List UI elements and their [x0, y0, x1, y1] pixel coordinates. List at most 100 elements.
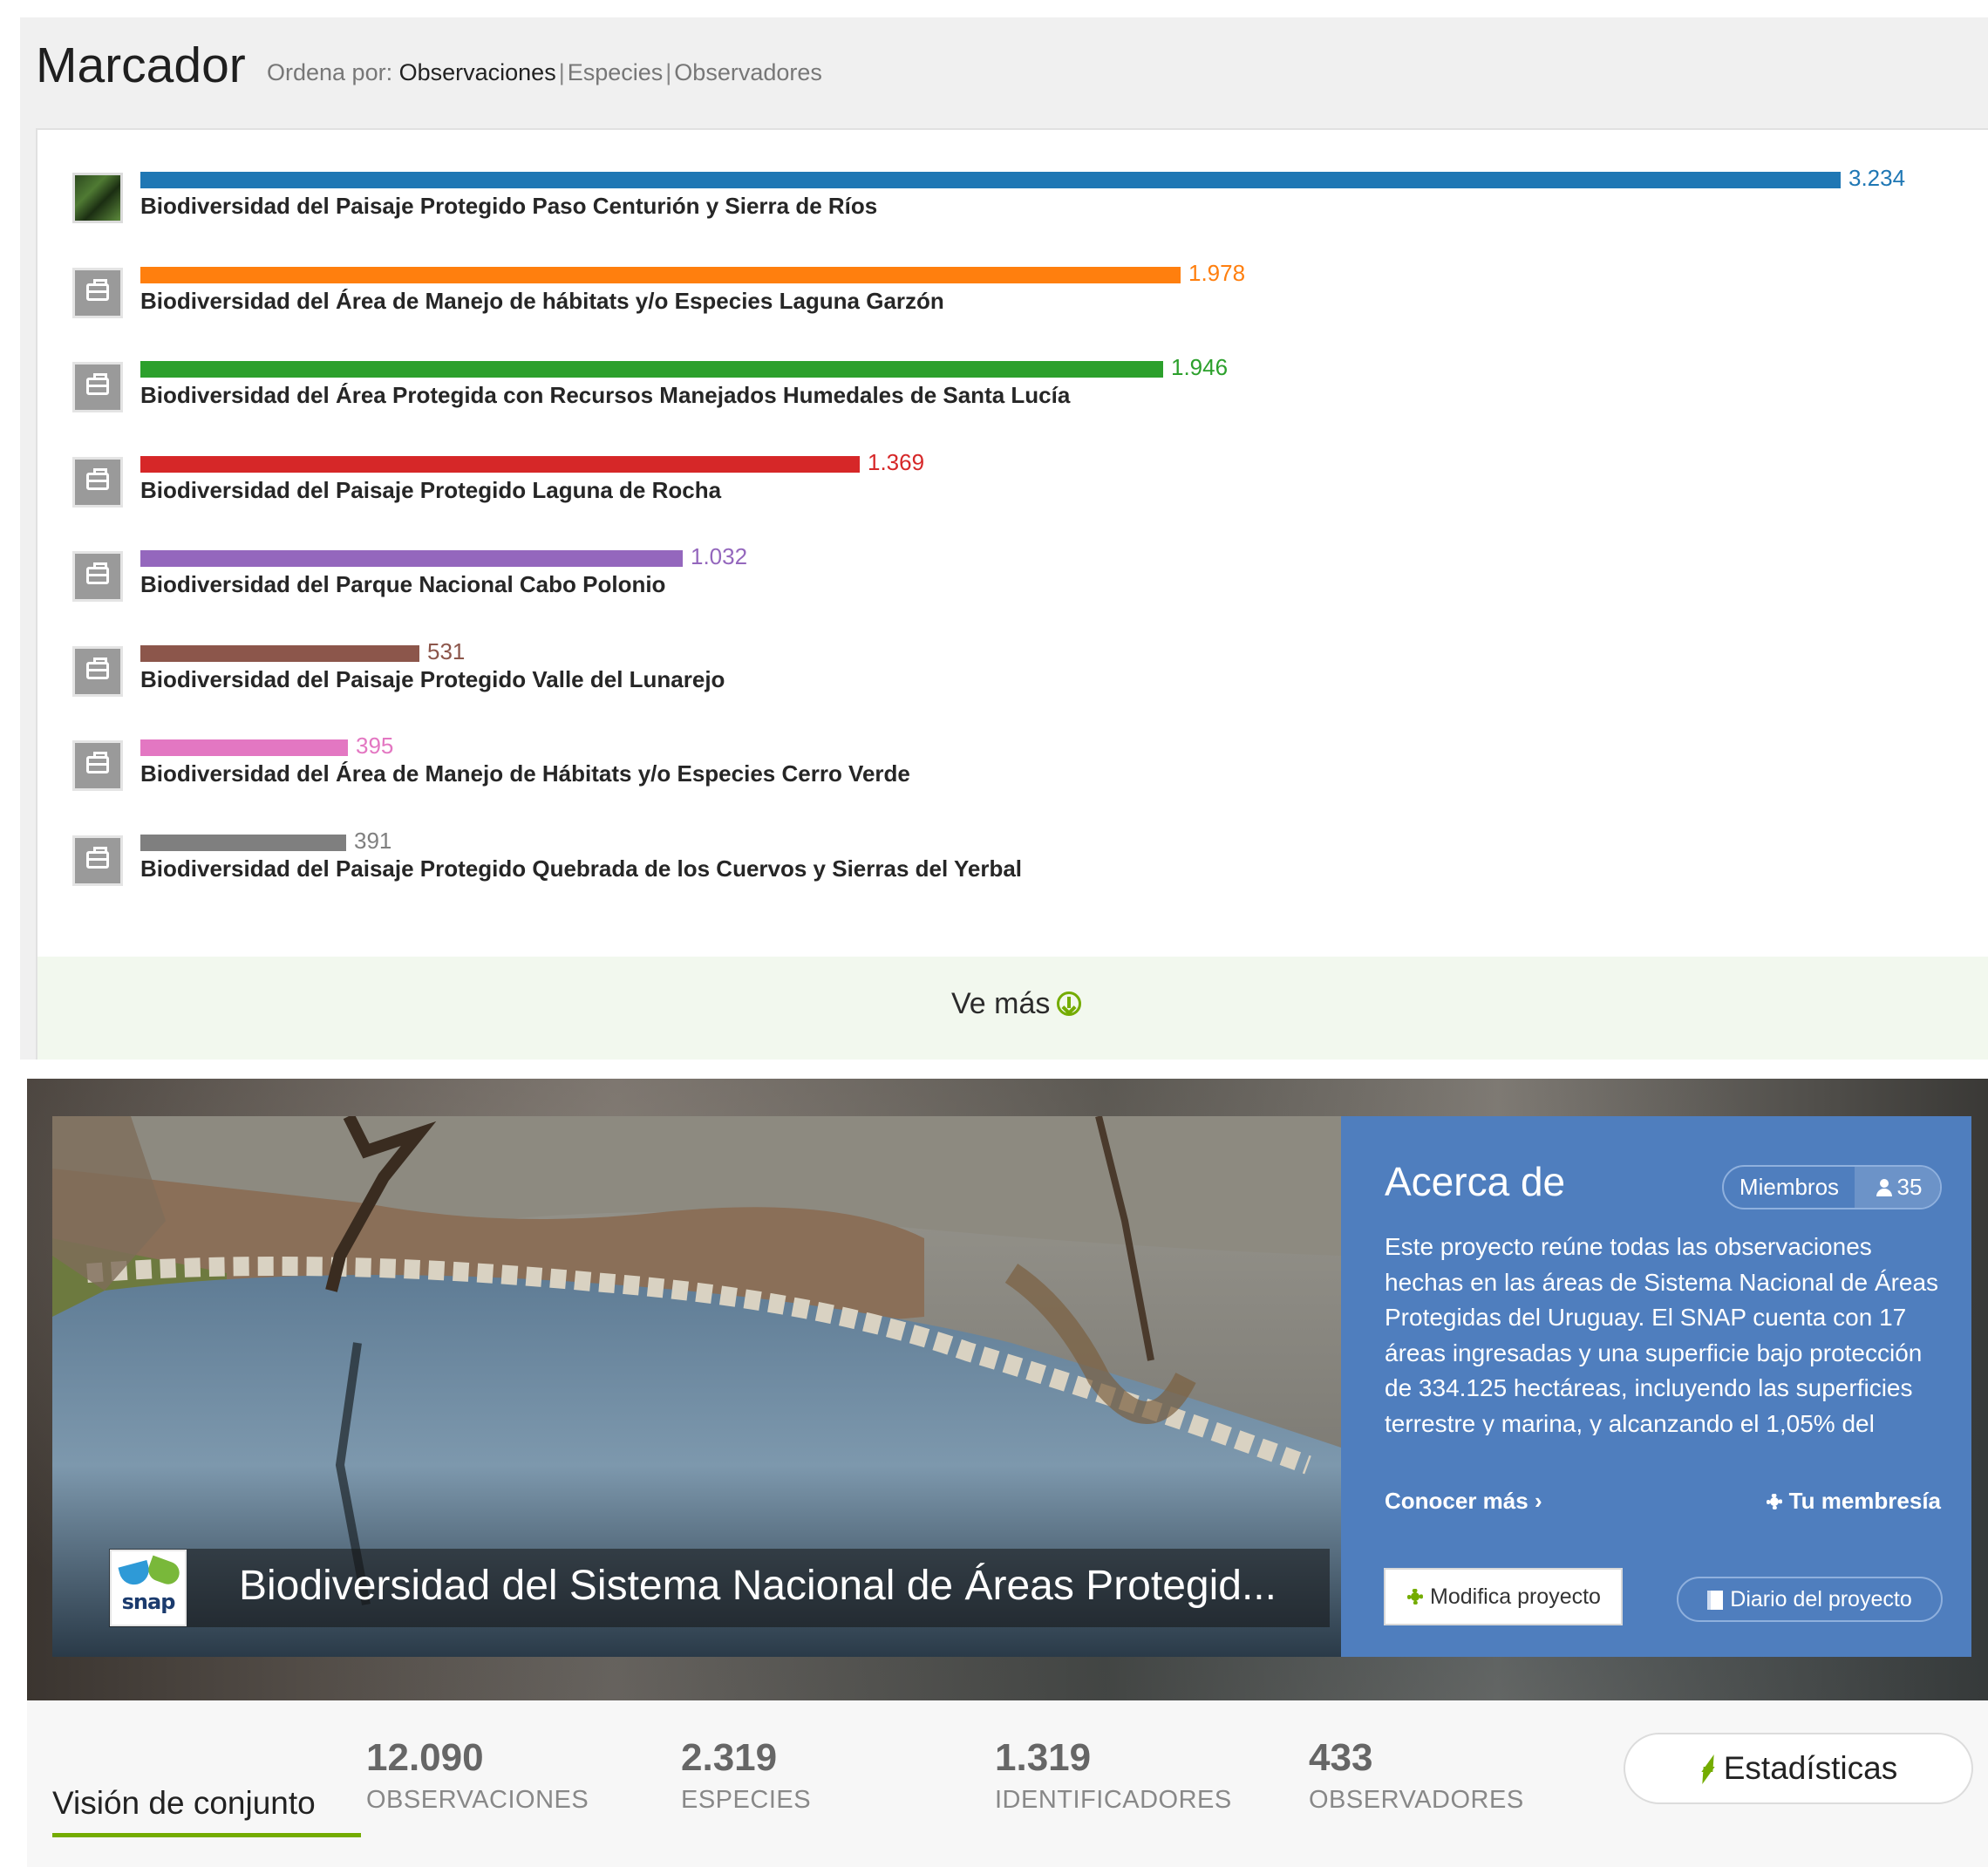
gear-icon — [1765, 1492, 1784, 1511]
bar-value-label: 3.234 — [1848, 165, 1906, 191]
edit-project-button[interactable]: Modifica proyecto — [1384, 1568, 1623, 1625]
leaderboard-row[interactable]: 1.032 Biodiversidad del Parque Nacional C… — [37, 543, 1988, 604]
project-name-link[interactable]: Biodiversidad del Paisaje Protegido Lagu… — [140, 477, 721, 504]
briefcase-icon[interactable] — [72, 456, 123, 508]
sort-option-observations[interactable]: Observaciones — [399, 59, 556, 85]
briefcase-icon[interactable] — [72, 835, 123, 886]
sort-separator: | — [665, 59, 672, 85]
stat-label: OBSERVACIONES — [366, 1786, 589, 1814]
project-name-link[interactable]: Biodiversidad del Área de Manejo de hábi… — [140, 288, 944, 315]
project-title[interactable]: Biodiversidad del Sistema Nacional de Ár… — [239, 1562, 1277, 1610]
project-thumbnail[interactable] — [72, 173, 123, 223]
briefcase-glyph — [86, 278, 109, 301]
bar-value-label: 1.032 — [691, 543, 748, 569]
membership-label: Tu membresía — [1788, 1488, 1941, 1514]
bar — [140, 550, 683, 567]
bar-value-label: 395 — [356, 732, 394, 759]
briefcase-glyph — [86, 752, 109, 773]
bar-value-label: 531 — [427, 637, 466, 664]
project-name-link[interactable]: Biodiversidad del Área Protegida con Rec… — [140, 382, 1070, 409]
membership-link[interactable]: Tu membresía — [1765, 1488, 1941, 1515]
project-name-link[interactable]: Biodiversidad del Parque Nacional Cabo P… — [140, 571, 665, 598]
bar — [140, 172, 1841, 188]
bar — [140, 361, 1163, 378]
statistics-button[interactable]: Estadísticas — [1624, 1733, 1973, 1804]
briefcase-glyph — [86, 846, 109, 869]
project-name-link[interactable]: Biodiversidad del Área de Manejo de Hábi… — [140, 760, 910, 787]
stat-value: 2.319 — [681, 1736, 778, 1779]
arrow-down-circle-icon — [1057, 991, 1082, 1016]
project-stats-bar: Visión de conjunto 12.090 OBSERVACIONES … — [27, 1700, 1988, 1867]
active-tab-indicator — [52, 1833, 361, 1837]
leaderboard-title: Marcador — [36, 37, 246, 93]
stat-identifiers[interactable]: 1.319 IDENTIFICADORES — [995, 1734, 1232, 1817]
project-cover-photo: snap Biodiversidad del Sistema Nacional … — [52, 1116, 1341, 1657]
see-more-bar: Ve más — [37, 957, 1988, 1060]
bar-value-label: 1.369 — [868, 448, 925, 475]
stat-species[interactable]: 2.319 ESPECIES — [681, 1734, 811, 1817]
stat-value: 1.319 — [995, 1736, 1092, 1779]
project-header: snap Biodiversidad del Sistema Nacional … — [27, 1079, 1988, 1700]
bar-value-label: 391 — [354, 827, 392, 854]
bar — [140, 834, 346, 851]
logo-wing-green — [145, 1555, 183, 1588]
leaderboard-row[interactable]: 3.234 Biodiversidad del Paisaje Protegido… — [37, 165, 1988, 226]
briefcase-glyph — [86, 562, 109, 584]
stat-label: OBSERVADORES — [1309, 1786, 1524, 1814]
project-name-link[interactable]: Biodiversidad del Paisaje Protegido Queb… — [140, 855, 1022, 882]
book-icon — [1707, 1591, 1724, 1610]
leaderboard-row[interactable]: 1.946 Biodiversidad del Área Protegida co… — [37, 354, 1988, 415]
project-journal-button[interactable]: Diario del proyecto — [1677, 1577, 1943, 1622]
briefcase-glyph — [86, 657, 109, 679]
briefcase-glyph — [86, 467, 109, 490]
leaderboard-row[interactable]: 395 Biodiversidad del Área de Manejo de H… — [37, 732, 1988, 794]
briefcase-icon[interactable] — [72, 740, 123, 791]
members-label: Miembros — [1739, 1174, 1840, 1200]
sort-separator: | — [558, 59, 565, 85]
briefcase-icon[interactable] — [72, 551, 123, 602]
leaderboard-chart: 3.234 Biodiversidad del Paisaje Protegido… — [37, 130, 1988, 958]
see-more-button[interactable]: Ve más — [951, 987, 1082, 1021]
bar — [140, 266, 1181, 283]
bar — [140, 455, 860, 473]
sort-option-species[interactable]: Especies — [568, 59, 664, 85]
project-name-link[interactable]: Biodiversidad del Paisaje Protegido Paso… — [140, 193, 877, 220]
person-icon — [1876, 1179, 1892, 1196]
sort-prefix: Ordena por: — [267, 59, 393, 85]
bar — [140, 739, 348, 756]
about-description: Este proyecto reúne todas las observacio… — [1385, 1233, 1939, 1435]
briefcase-icon[interactable] — [72, 267, 123, 318]
logo-text: snap — [121, 1590, 176, 1614]
stat-value: 433 — [1309, 1736, 1373, 1779]
logo-wing-blue — [118, 1560, 153, 1588]
statistics-label: Estadísticas — [1723, 1750, 1898, 1786]
leaderboard-row[interactable]: 391 Biodiversidad del Paisaje Protegido Q… — [37, 828, 1988, 889]
see-more-label: Ve más — [951, 987, 1051, 1020]
members-button[interactable]: Miembros 35 — [1722, 1165, 1942, 1209]
tab-overview[interactable]: Visión de conjunto — [52, 1785, 316, 1822]
bar — [140, 644, 419, 662]
briefcase-icon[interactable] — [72, 362, 123, 412]
learn-more-link[interactable]: Conocer más › — [1385, 1488, 1542, 1515]
gear-icon — [1406, 1587, 1425, 1606]
bar-value-label: 1.978 — [1188, 259, 1246, 286]
leaderboard-row[interactable]: 1.369 Biodiversidad del Paisaje Protegido… — [37, 449, 1988, 510]
lightning-bolt-icon — [1699, 1755, 1715, 1784]
project-name-link[interactable]: Biodiversidad del Paisaje Protegido Vall… — [140, 666, 725, 693]
about-heading: Acerca de — [1385, 1159, 1566, 1204]
bar-value-label: 1.946 — [1171, 354, 1229, 380]
leaderboard-card: 3.234 Biodiversidad del Paisaje Protegido… — [36, 128, 1988, 1060]
members-count: 35 — [1855, 1167, 1940, 1208]
sort-option-observers[interactable]: Observadores — [674, 59, 822, 85]
sort-controls: Ordena por: Observaciones | Especies | Obser… — [267, 59, 822, 86]
stat-observations[interactable]: 12.090 OBSERVACIONES — [366, 1734, 589, 1817]
briefcase-glyph — [86, 373, 109, 395]
leaderboard-row[interactable]: 531 Biodiversidad del Paisaje Protegido V… — [37, 638, 1988, 699]
stat-label: ESPECIES — [681, 1786, 812, 1814]
briefcase-icon[interactable] — [72, 645, 123, 697]
stat-value: 12.090 — [366, 1736, 484, 1779]
stat-observers[interactable]: 433 OBSERVADORES — [1309, 1734, 1524, 1817]
snap-logo: snap — [110, 1550, 187, 1626]
leaderboard-row[interactable]: 1.978 Biodiversidad del Área de Manejo de… — [37, 260, 1988, 321]
leaderboard-section: Marcador Ordena por: Observaciones | Espec… — [20, 17, 1988, 1060]
